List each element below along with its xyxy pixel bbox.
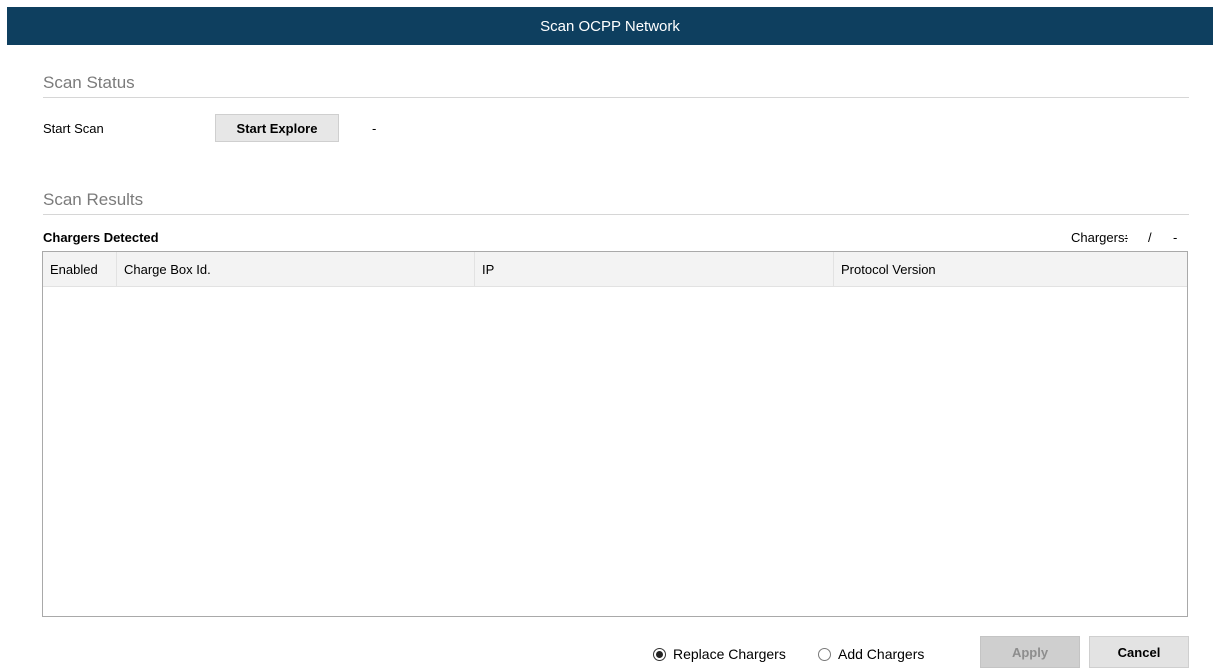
chargers-detected-label: Chargers Detected: [43, 230, 159, 245]
column-header-ip[interactable]: IP: [475, 252, 834, 286]
column-header-protocol-version[interactable]: Protocol Version: [834, 252, 1187, 286]
chargers-count-separator: /: [1148, 230, 1152, 245]
add-chargers-label: Add Chargers: [838, 646, 925, 662]
scan-results-divider: [43, 214, 1189, 215]
column-header-charge-box-id[interactable]: Charge Box Id.: [117, 252, 475, 286]
scan-results-heading: Scan Results: [43, 190, 144, 209]
chargers-table-header: Enabled Charge Box Id. IP Protocol Versi…: [43, 252, 1187, 287]
window-title: Scan OCPP Network: [540, 17, 680, 35]
cancel-button[interactable]: Cancel: [1089, 636, 1189, 668]
radio-unchecked-icon: [818, 647, 831, 661]
start-explore-button[interactable]: Start Explore: [215, 114, 339, 142]
chargers-table[interactable]: Enabled Charge Box Id. IP Protocol Versi…: [42, 251, 1188, 617]
start-scan-label: Start Scan: [43, 121, 104, 136]
radio-checked-icon: [653, 647, 666, 661]
window-titlebar: Scan OCPP Network: [7, 7, 1213, 45]
chargers-found-count: -: [1124, 230, 1129, 245]
apply-button[interactable]: Apply: [980, 636, 1080, 668]
replace-chargers-radio[interactable]: Replace Chargers: [653, 646, 786, 662]
scan-status-value: -: [372, 121, 377, 136]
column-header-enabled[interactable]: Enabled: [43, 252, 117, 286]
scan-status-divider: [43, 97, 1189, 98]
scan-status-heading: Scan Status: [43, 73, 135, 92]
add-chargers-radio[interactable]: Add Chargers: [818, 646, 924, 662]
chargers-total-count: -: [1173, 230, 1178, 245]
chargers-count-label: Chargers:: [1071, 230, 1129, 245]
replace-chargers-label: Replace Chargers: [673, 646, 786, 662]
